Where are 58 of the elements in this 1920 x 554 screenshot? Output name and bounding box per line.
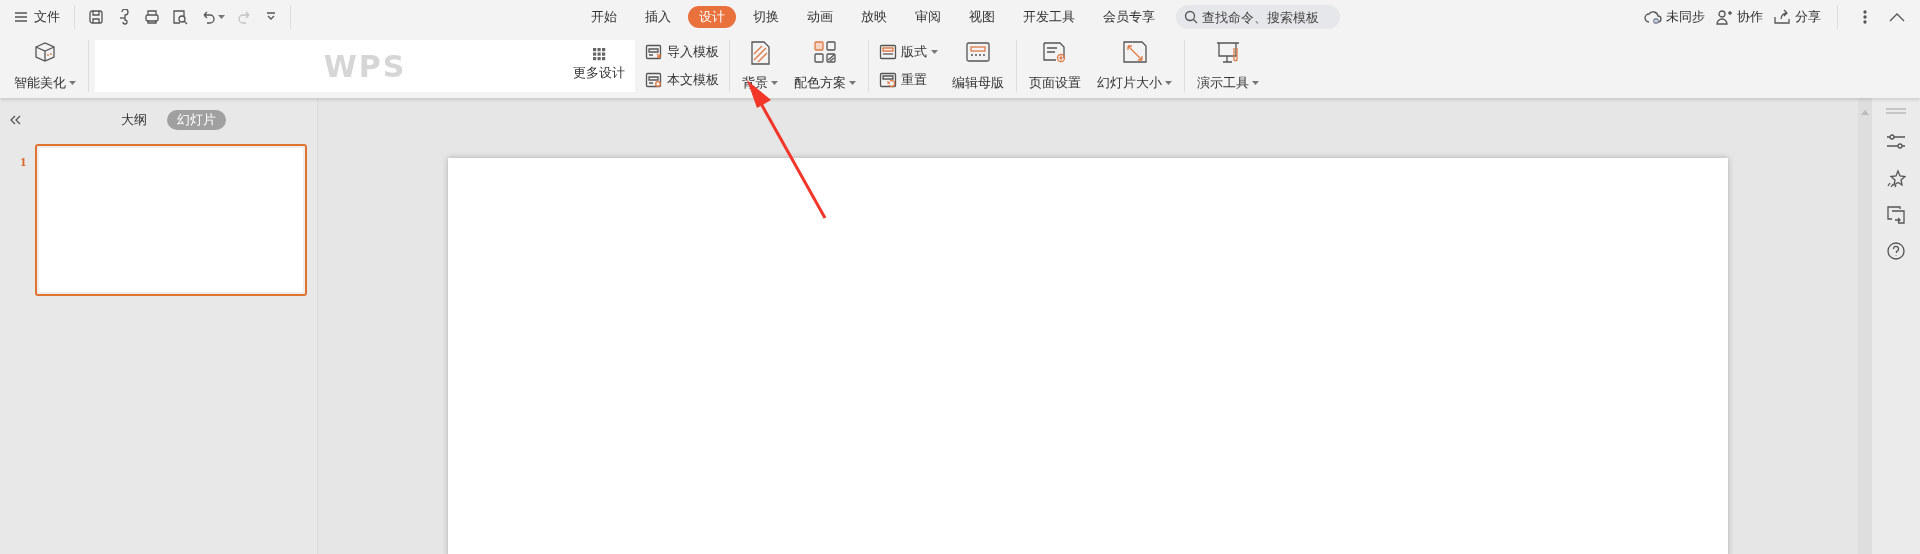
search-icon xyxy=(1184,10,1198,24)
template-import-icon xyxy=(645,44,663,60)
handle-icon xyxy=(1886,108,1906,114)
template-icon xyxy=(645,72,663,88)
ribbon-button[interactable]: 导入模板 xyxy=(641,41,723,63)
floppy-icon xyxy=(88,9,104,25)
menu-icon xyxy=(14,11,28,23)
screen-cast-icon xyxy=(1886,205,1906,225)
preview-icon xyxy=(172,9,188,25)
cloud-icon xyxy=(1644,9,1662,25)
print-icon xyxy=(144,9,160,25)
ribbon-button[interactable]: 演示工具 xyxy=(1191,38,1265,94)
ribbon-tab[interactable]: 切换 xyxy=(742,6,790,28)
ribbon-button[interactable]: 配色方案 xyxy=(788,38,862,94)
ribbon-tab[interactable]: 动画 xyxy=(796,6,844,28)
ribbon-tab[interactable]: 审阅 xyxy=(904,6,952,28)
ribbon-tab[interactable]: 开发工具 xyxy=(1012,6,1086,28)
slide-thumbnail[interactable] xyxy=(34,144,307,296)
background-icon xyxy=(748,40,772,66)
toolbar-button[interactable]: 协作 xyxy=(1715,4,1763,30)
more-designs-button[interactable]: 更多设计 xyxy=(573,48,625,82)
chevron-up-icon xyxy=(1889,12,1905,22)
ribbon-button[interactable]: 页面设置 xyxy=(1023,38,1087,94)
ribbon-button[interactable]: 重置 xyxy=(875,69,942,91)
ribbon-tab[interactable]: 视图 xyxy=(958,6,1006,28)
ribbon-tab[interactable]: 会员专享 xyxy=(1092,6,1166,28)
ribbon-button[interactable]: 编辑母版 xyxy=(946,38,1010,94)
search-field[interactable]: 查找命令、搜索模板 xyxy=(1176,5,1340,29)
star-icon xyxy=(1886,169,1906,189)
ribbon-button[interactable]: 版式 xyxy=(875,41,942,63)
view-tab[interactable]: 大纲 xyxy=(111,110,157,130)
cube-icon xyxy=(33,40,57,64)
reset-icon xyxy=(879,72,897,88)
ribbon-tab[interactable]: 放映 xyxy=(850,6,898,28)
ribbon-button[interactable]: 幻灯片大小 xyxy=(1091,38,1178,94)
more-icon xyxy=(1863,10,1867,24)
grid-icon xyxy=(592,48,606,61)
toolbar-button[interactable]: 未同步 xyxy=(1644,4,1705,30)
help-icon xyxy=(1886,241,1906,261)
slide-master-icon xyxy=(965,40,991,64)
presentation-icon xyxy=(1215,40,1241,66)
file-menu[interactable]: 文件 xyxy=(12,4,66,30)
ribbon-button[interactable]: 智能美化 xyxy=(8,38,82,94)
ribbon-button[interactable]: 本文模板 xyxy=(641,69,723,91)
ribbon-tab[interactable]: 开始 xyxy=(580,6,628,28)
double-chevron-left-icon xyxy=(9,115,21,125)
sidebar-button[interactable] xyxy=(1884,204,1908,226)
layout-icon xyxy=(879,44,897,60)
sidebar-button[interactable] xyxy=(1884,240,1908,262)
share-icon xyxy=(1773,9,1791,25)
toolbar-button[interactable]: 分享 xyxy=(1773,4,1821,30)
ribbon-tab[interactable]: 插入 xyxy=(634,6,682,28)
scrollbar[interactable] xyxy=(1858,98,1872,554)
slide-number: 1 xyxy=(20,154,27,169)
add-person-icon xyxy=(1715,9,1733,25)
color-grid-icon xyxy=(813,40,837,64)
page-settings-icon xyxy=(1042,40,1068,64)
resize-icon xyxy=(1121,40,1148,64)
